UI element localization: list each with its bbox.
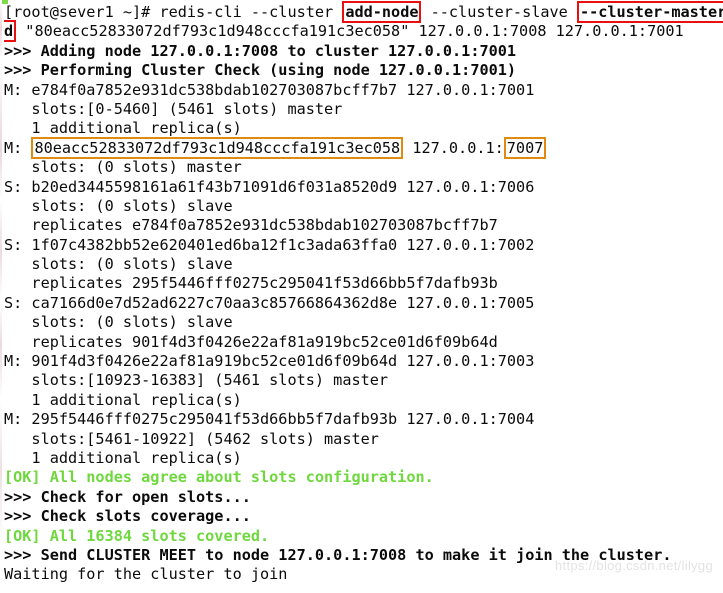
terminal-text: 127.0.0.1: (403, 138, 504, 157)
terminal-line-slots-7005: slots: (0 slots) slave (4, 313, 233, 332)
terminal-line-slots-7006: slots: (0 slots) slave (4, 196, 233, 215)
terminal-line-ok-slots-covered: [OK] All 16384 slots covered. (4, 526, 270, 545)
terminal-line-command-line-1: [root@sever1 ~]# redis-cli --cluster add… (1, 1, 723, 23)
terminal-line-node-master-7001: M: e784f0a7852e931dc538bdab102703087bcff… (4, 80, 535, 99)
highlight-box-red-wrap-end: d (4, 20, 17, 43)
terminal-line-check-open-slots: >>> Check for open slots... (4, 487, 251, 506)
terminal-line-node-master-7003: M: 901f4d3f0426e22af81a919bc52ce01d6f09b… (4, 352, 535, 371)
highlight-box-orange: 80eacc52833072df793c1d948cccfa191c3ec058 (31, 136, 404, 159)
highlight-box-red: add-node (342, 1, 422, 23)
terminal-line-replicas-7004: 1 additional replica(s) (4, 448, 242, 467)
terminal-text: M: (4, 138, 32, 157)
terminal-output: [root@sever1 ~]# redis-cli --cluster add… (1, 1, 723, 585)
terminal-line-replicates-7005: replicates 901f4d3f0426e22af81a919bc52ce… (4, 332, 498, 351)
terminal-line-slots-7007: slots: (0 slots) master (4, 158, 242, 177)
terminal-line-adding-node: >>> Adding node 127.0.0.1:7008 to cluste… (4, 41, 517, 60)
terminal-text: --cluster-slave (421, 3, 577, 21)
terminal-text: "80eacc52833072df793c1d948cccfa191c3ec05… (16, 22, 684, 41)
terminal-line-node-slave-7002: S: 1f07c4382bb52e620401ed6ba12f1c3ada63f… (4, 235, 535, 254)
terminal-line-performing-cluster-check: >>> Performing Cluster Check (using node… (4, 61, 517, 80)
terminal-line-replicas-7001: 1 additional replica(s) (4, 119, 242, 138)
terminal-line-ok-slots-agree: [OK] All nodes agree about slots configu… (4, 468, 434, 487)
terminal-line-node-master-7007: M: 80eacc52833072df793c1d948cccfa191c3ec… (1, 136, 723, 159)
terminal-line-slots-7004: slots:[5461-10922] (5462 slots) master (4, 429, 379, 448)
terminal-line-node-slave-7005: S: ca7166d0e7d52ad6227c70aa3c85766864362… (4, 293, 535, 312)
terminal-line-replicates-7002: replicates 295f5446fff0275c295041f53d66b… (4, 274, 498, 293)
terminal-text: [root@sever1 ~]# redis-cli --cluster (4, 3, 343, 21)
terminal-line-slots-7003: slots:[10923-16383] (5461 slots) master (4, 371, 389, 390)
watermark: https://blog.csdn.net/lilygg (555, 558, 713, 573)
terminal-line-slots-7002: slots: (0 slots) slave (4, 255, 233, 274)
terminal-line-command-line-2: d "80eacc52833072df793c1d948cccfa191c3ec… (1, 20, 723, 43)
terminal-line-check-slots-coverage: >>> Check slots coverage... (4, 507, 251, 526)
terminal-line-replicates-7006: replicates e784f0a7852e931dc538bdab10270… (4, 216, 498, 235)
top-left-green-artifact (2, 0, 8, 4)
terminal-line-node-master-7004: M: 295f5446fff0275c295041f53d66bb5f7dafb… (4, 410, 535, 429)
highlight-box-orange: 7007 (503, 136, 547, 159)
terminal-line-slots-7001: slots:[0-5460] (5461 slots) master (4, 99, 343, 118)
terminal-line-node-slave-7006: S: b20ed3445598161a61f43b71091d6f031a852… (4, 177, 535, 196)
highlight-box-red-wrap-start: --cluster-master-i (576, 1, 723, 23)
terminal-window[interactable]: [root@sever1 ~]# redis-cli --cluster add… (0, 0, 723, 593)
terminal-line-replicas-7003: 1 additional replica(s) (4, 390, 242, 409)
